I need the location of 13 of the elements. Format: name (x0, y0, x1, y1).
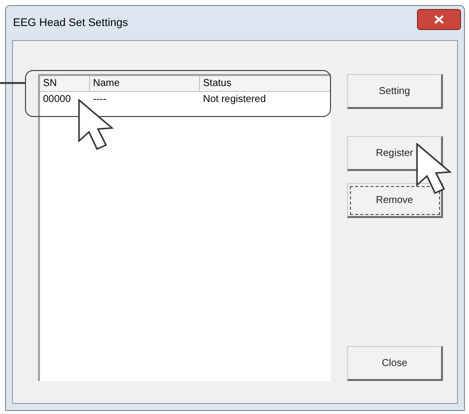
leader-line (0, 82, 26, 84)
close-button[interactable] (417, 8, 461, 30)
column-header[interactable]: Status (200, 76, 331, 91)
dialog-button[interactable]: Setting (347, 74, 443, 109)
column-header[interactable]: Name (90, 76, 200, 91)
table-cell-text: Not registered (202, 93, 267, 107)
window-title: EEG Head Set Settings (13, 16, 128, 31)
dialog-button[interactable]: Remove (347, 183, 443, 218)
column-header[interactable]: SN (40, 76, 90, 91)
close-icon (434, 14, 444, 24)
table-cell-text: 00000 (42, 93, 72, 107)
dialog-button[interactable]: Close (347, 346, 443, 381)
table-cell-text: ---- (92, 93, 108, 107)
